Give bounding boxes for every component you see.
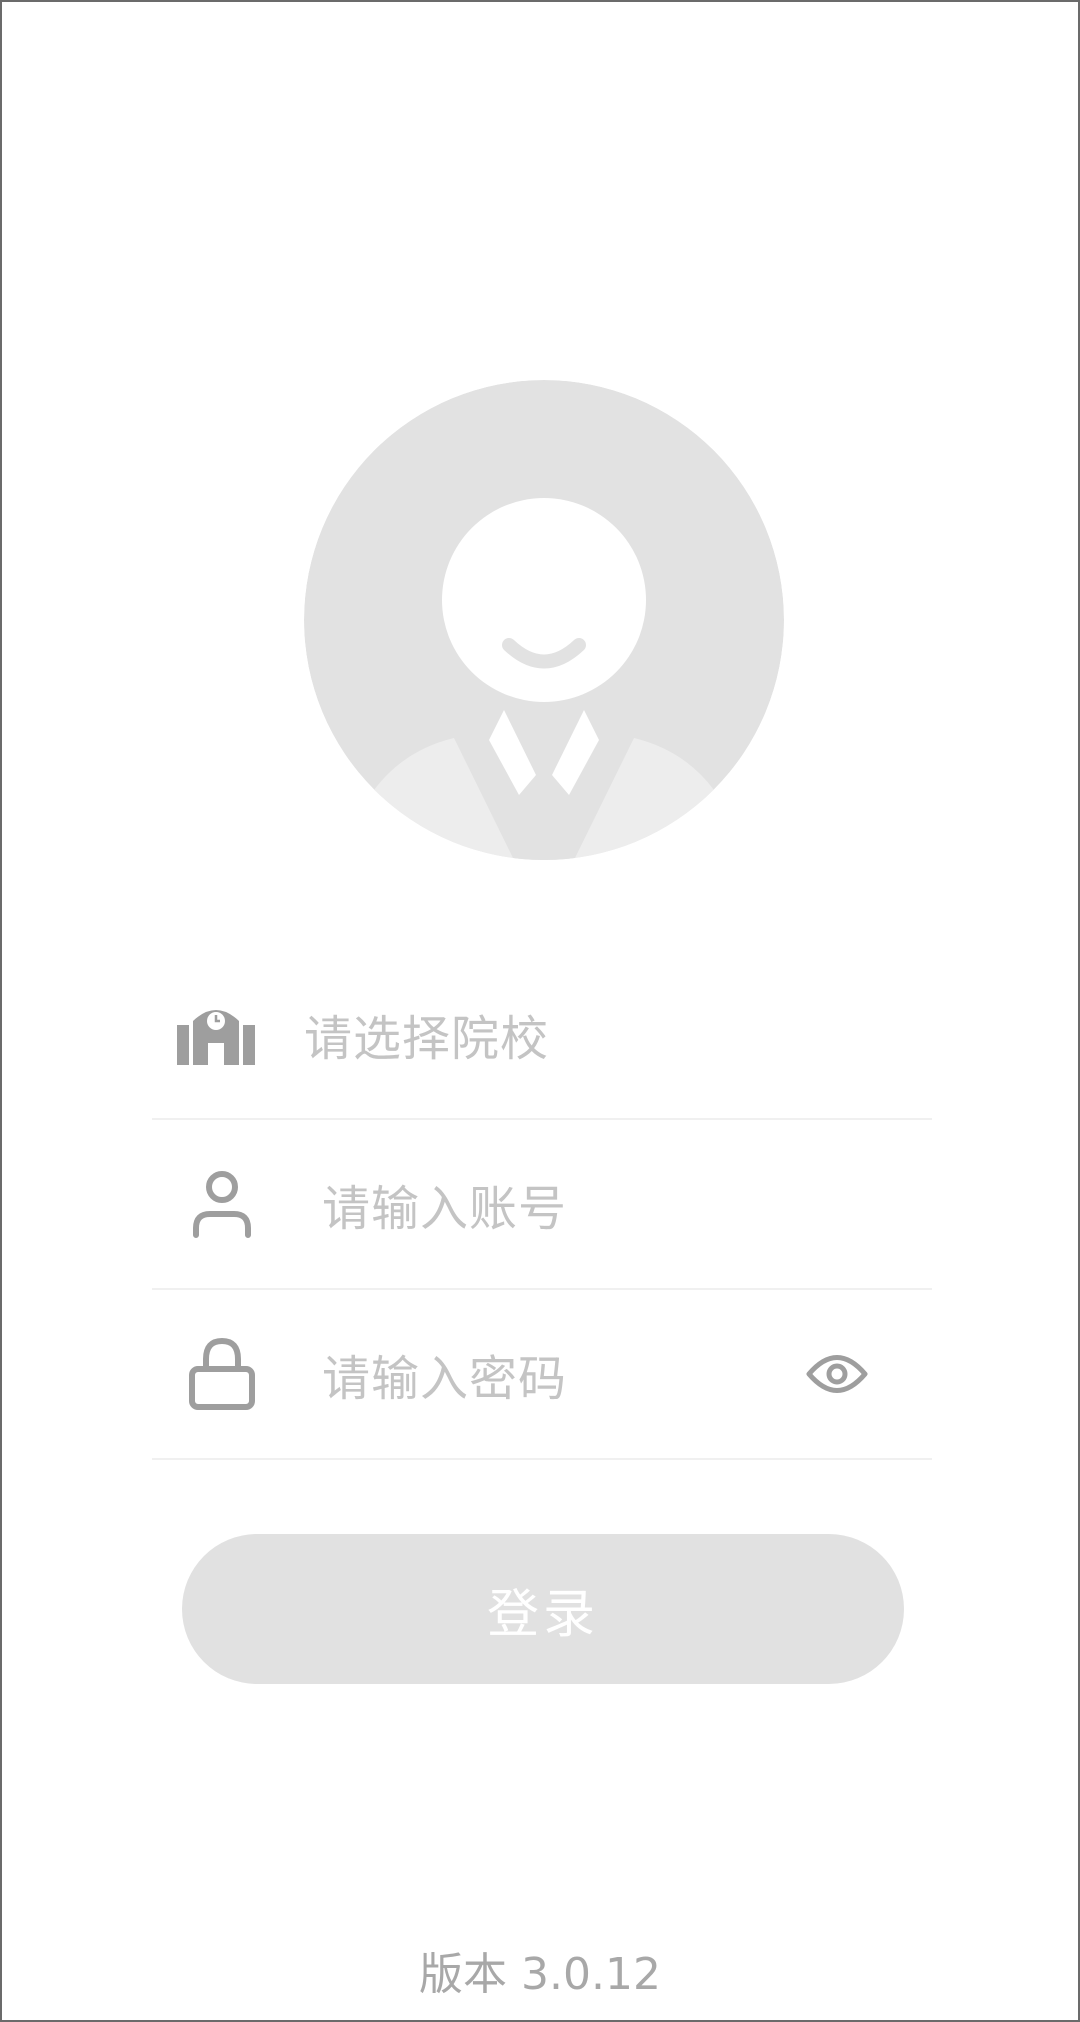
account-placeholder: 请输入账号 (322, 1181, 568, 1237)
eye-icon[interactable] (802, 1339, 872, 1409)
school-building-icon (176, 994, 256, 1074)
school-placeholder: 请选择院校 (304, 1011, 550, 1067)
password-placeholder: 请输入密码 (322, 1351, 568, 1407)
account-input[interactable]: 请输入账号 (152, 1120, 932, 1290)
version-label: 版本 3.0.12 (419, 1949, 661, 2000)
school-select[interactable]: 请选择院校 (152, 950, 932, 1120)
user-icon (182, 1164, 262, 1244)
default-avatar-icon (304, 380, 784, 860)
login-button[interactable]: 登录 (182, 1534, 904, 1684)
lock-icon (182, 1334, 262, 1414)
login-screen: 请选择院校 请输入账号 请输入密码 登录 版本 3.0.12 (0, 0, 1080, 2022)
password-input[interactable]: 请输入密码 (152, 1290, 932, 1460)
